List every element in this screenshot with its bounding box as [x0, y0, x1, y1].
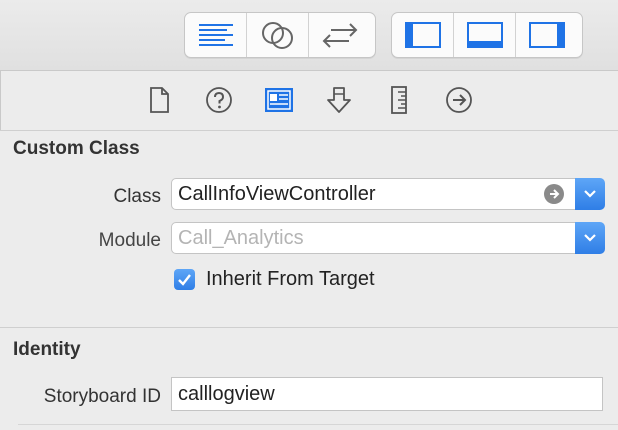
ruler-icon: [391, 86, 407, 114]
inherit-from-target-label[interactable]: Inherit From Target: [206, 268, 375, 291]
identity-title: Identity: [13, 339, 81, 360]
toolbar: [0, 0, 618, 71]
overlapping-circles-icon: [261, 22, 293, 49]
section-divider: [0, 327, 618, 328]
right-panel-icon: [529, 22, 565, 48]
attributes-arrow-icon: [327, 87, 351, 113]
identity-card-icon: [265, 88, 293, 112]
checkmark-icon: [178, 274, 191, 286]
left-panel-icon: [404, 22, 441, 48]
editor-mode-segmented-control: [184, 12, 376, 58]
tab-connections-inspector[interactable]: [444, 85, 474, 115]
arrow-right-icon: [550, 189, 560, 199]
align-lines-icon: [198, 24, 233, 46]
tab-quick-help[interactable]: [204, 85, 234, 115]
section-divider: [0, 130, 618, 131]
bottom-panel-icon: [466, 22, 503, 48]
storyboard-id-field[interactable]: calllogview: [171, 377, 603, 411]
toggle-utilities-button[interactable]: [516, 13, 578, 57]
connections-arrow-icon: [446, 87, 472, 113]
storyboard-id-label: Storyboard ID: [43, 386, 161, 407]
toggle-debug-area-button[interactable]: [454, 13, 516, 57]
standard-editor-button[interactable]: [185, 13, 247, 57]
toggle-navigator-button[interactable]: [392, 13, 454, 57]
module-field[interactable]: Call_Analytics: [171, 222, 577, 254]
inspector-tab-bar: [0, 71, 618, 130]
module-dropdown-button[interactable]: [575, 222, 605, 254]
inherit-from-target-checkbox[interactable]: [174, 269, 195, 290]
custom-class-title: Custom Class: [13, 138, 140, 159]
version-editor-button[interactable]: [309, 13, 371, 57]
row-divider: [18, 424, 618, 425]
help-icon: [206, 87, 232, 113]
assistant-editor-button[interactable]: [247, 13, 309, 57]
module-label: Module: [98, 230, 161, 251]
swap-arrows-icon: [322, 23, 358, 48]
tab-attributes-inspector[interactable]: [324, 85, 354, 115]
go-to-class-button[interactable]: [544, 184, 564, 204]
chevron-down-icon: [584, 190, 596, 198]
file-icon: [150, 87, 169, 113]
tab-size-inspector[interactable]: [384, 85, 414, 115]
class-dropdown-button[interactable]: [575, 178, 605, 210]
chevron-down-icon: [584, 234, 596, 242]
tab-identity-inspector[interactable]: [264, 85, 294, 115]
class-field[interactable]: CallInfoViewController: [171, 178, 577, 210]
panel-visibility-segmented-control: [391, 12, 583, 58]
class-label: Class: [113, 186, 161, 207]
tab-file-inspector[interactable]: [144, 85, 174, 115]
